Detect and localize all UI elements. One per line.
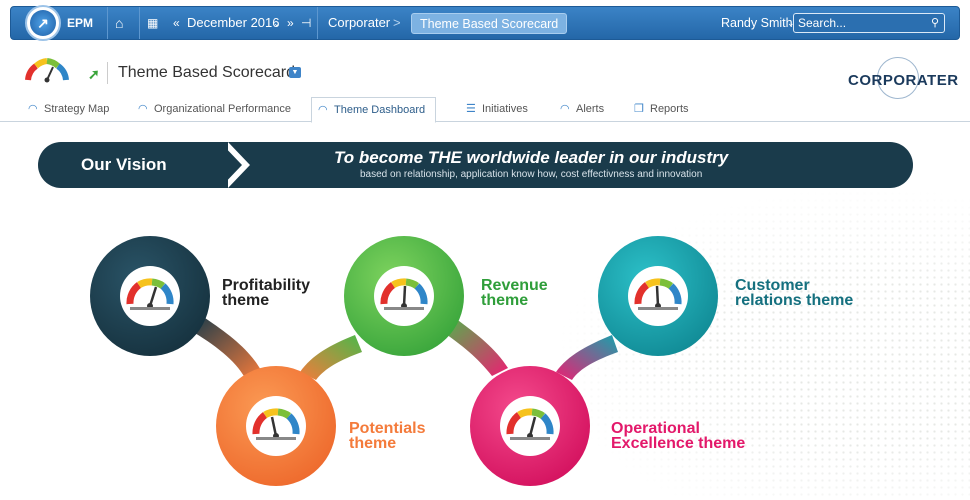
potentials-theme-label[interactable]: Potentials theme xyxy=(349,420,426,452)
profitability-gauge-icon xyxy=(120,266,180,326)
theme-label-line: Potentials xyxy=(349,420,426,437)
profitability-theme-label[interactable]: Profitability theme xyxy=(222,277,311,309)
theme-label-line: Operational xyxy=(611,420,700,437)
connector-potentials-revenue xyxy=(300,335,362,380)
theme-label-line: theme xyxy=(222,292,270,309)
theme-label-line: Customer xyxy=(735,277,810,294)
theme-label-line: Excellence theme xyxy=(611,435,746,452)
customer-theme-label[interactable]: Customer relations theme xyxy=(735,277,854,309)
potentials-gauge-icon xyxy=(246,396,306,456)
revenue-gauge-icon xyxy=(374,266,434,326)
revenue-theme-label[interactable]: Revenue theme xyxy=(481,277,548,309)
theme-diagram xyxy=(90,236,718,486)
theme-label-line: Profitability xyxy=(222,277,311,294)
theme-label-line: Revenue xyxy=(481,277,548,294)
page: ↗ EPM ⌂ ▦ « December 2016 ⌄ » ⊣ Corporat… xyxy=(0,0,970,500)
connector-operational-customer xyxy=(556,335,618,380)
customer-gauge-icon xyxy=(628,266,688,326)
theme-label-line: relations theme xyxy=(735,292,854,309)
theme-label-line: theme xyxy=(349,435,397,452)
operational-gauge-icon xyxy=(500,396,560,456)
theme-label-line: theme xyxy=(481,292,529,309)
operational-theme-label[interactable]: Operational Excellence theme xyxy=(611,420,746,452)
